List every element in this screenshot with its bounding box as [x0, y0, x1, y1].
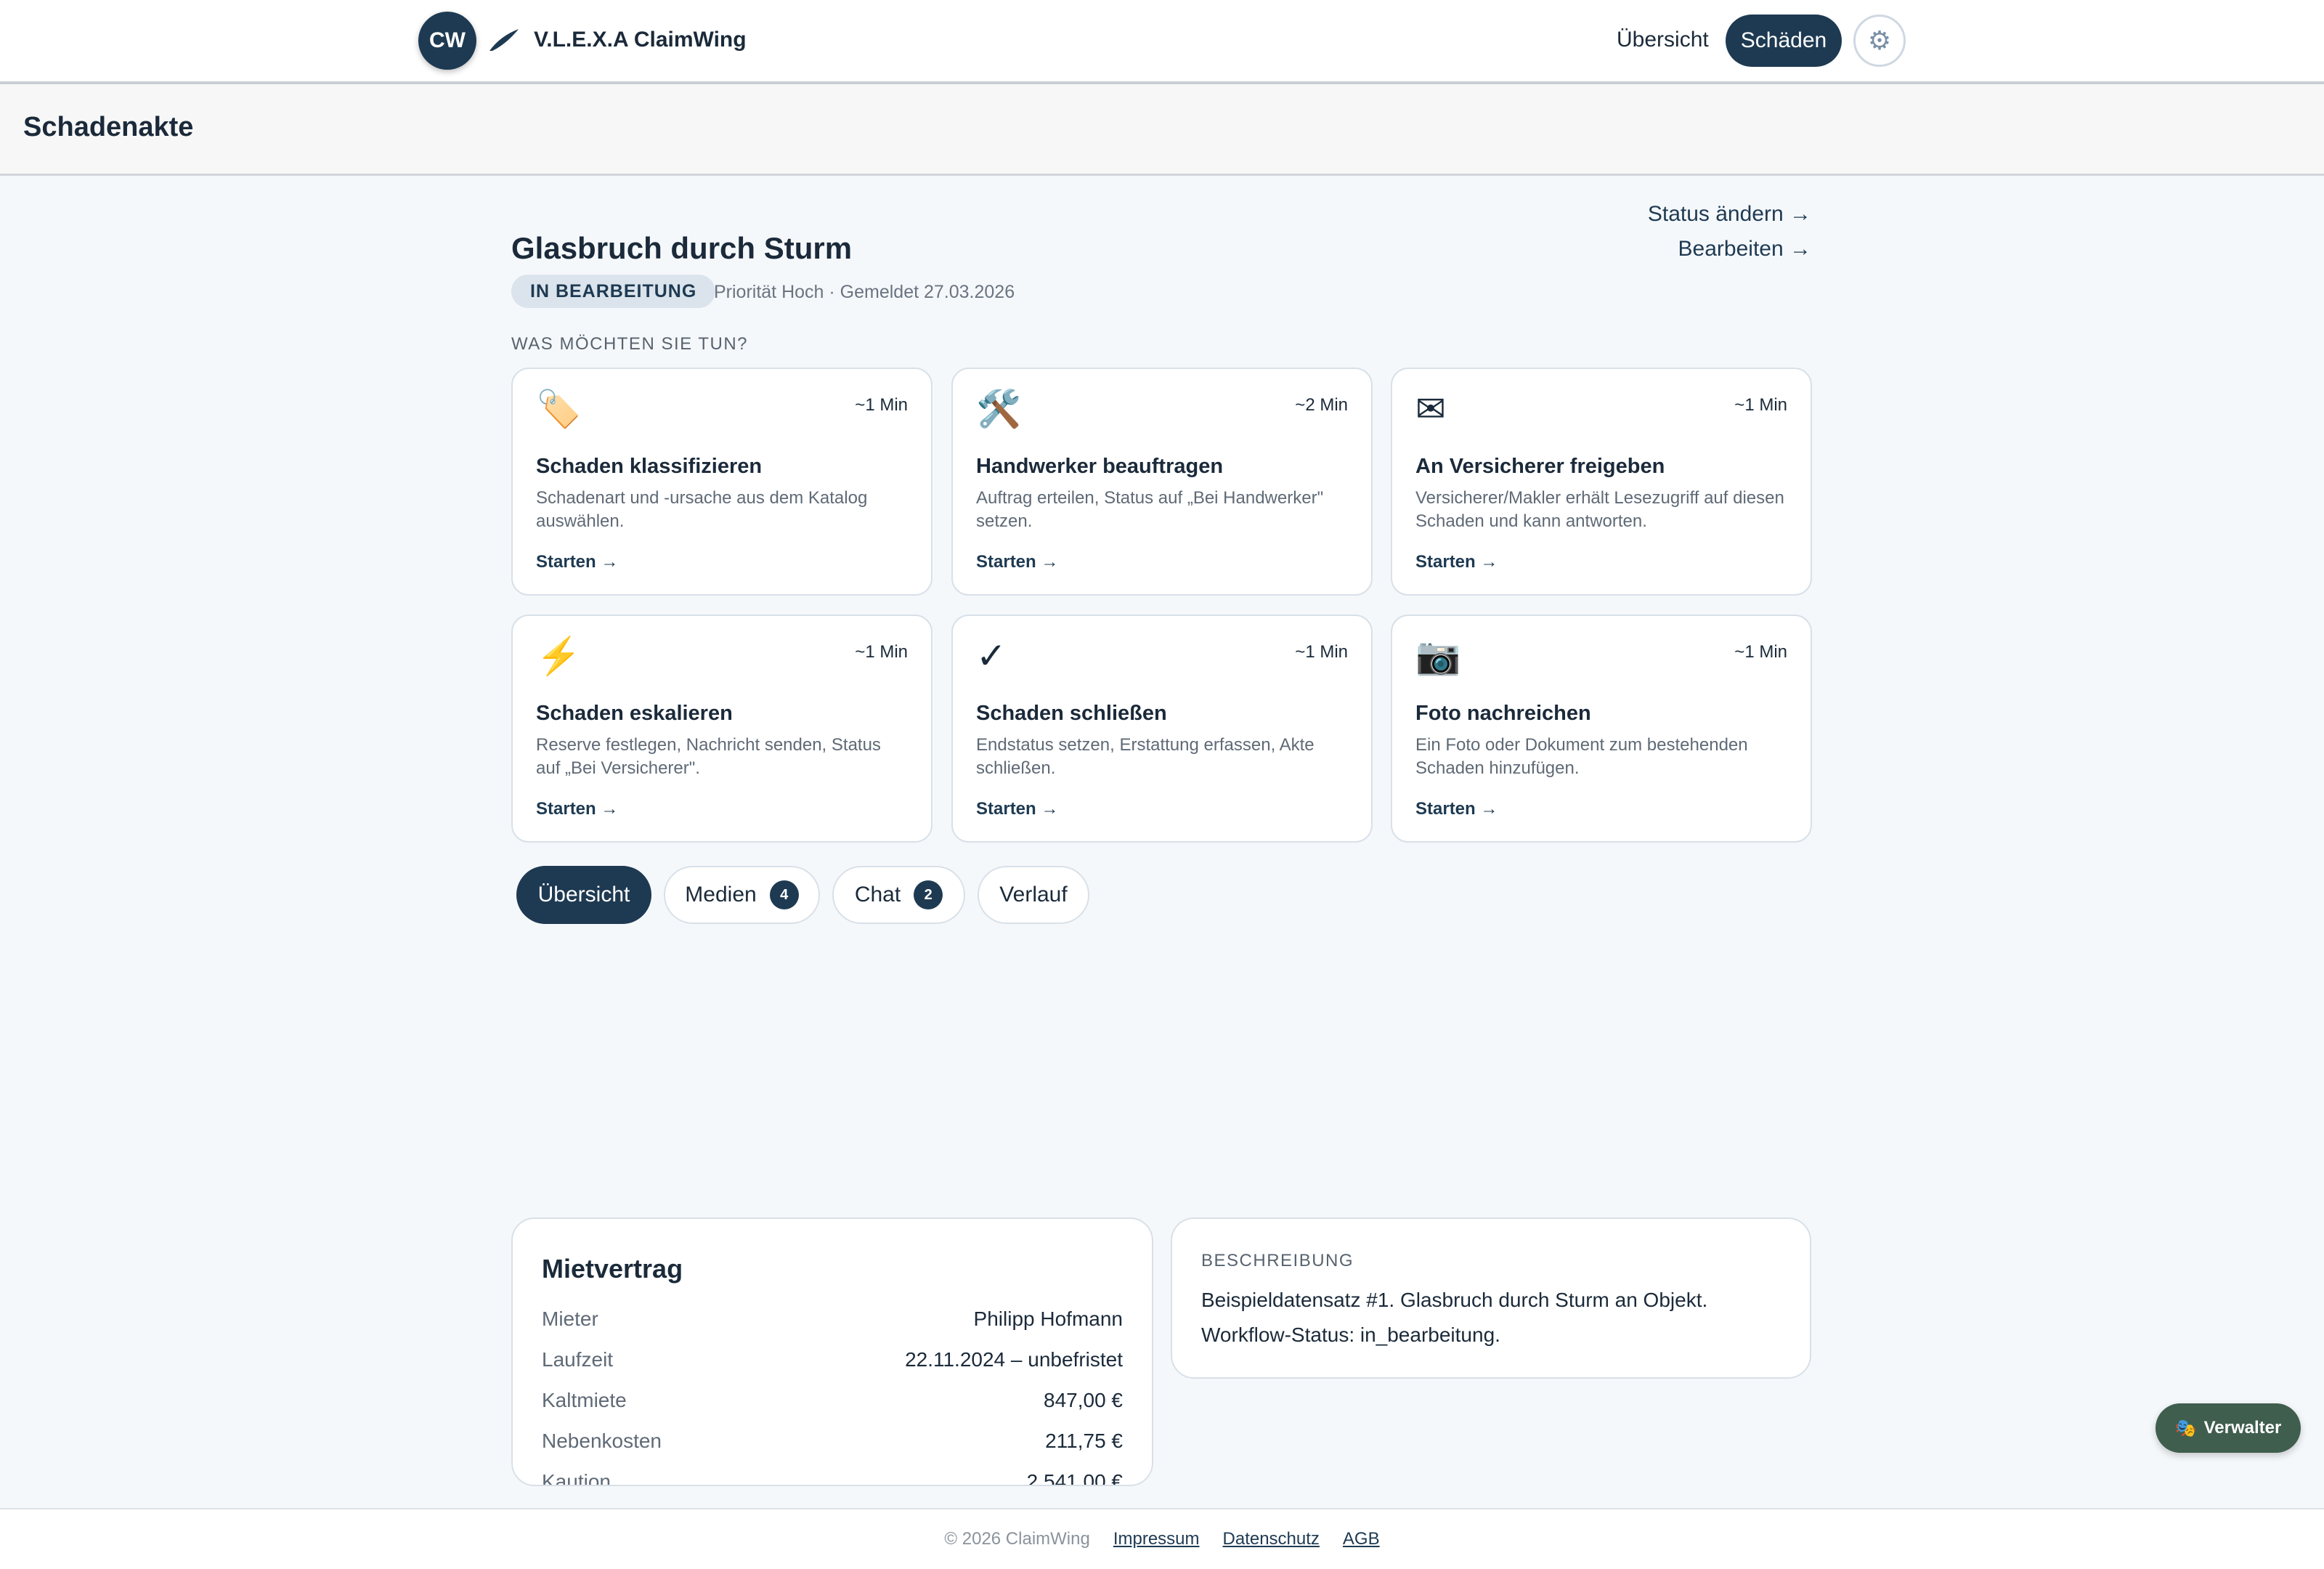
- envelope-icon: ✉: [1415, 389, 1446, 429]
- lease-value: 211,75 €: [1045, 1430, 1123, 1452]
- task-card-close[interactable]: ✓ ~1 Min Schaden schließen Endstatus set…: [951, 615, 1373, 843]
- top-navigation-bar: CW V.L.E.X.A ClaimWing Übersicht Schäden…: [0, 0, 2324, 84]
- tools-icon: 🛠️: [976, 389, 1022, 429]
- task-duration: ~1 Min: [1734, 395, 1787, 415]
- lease-value: 22.11.2024 – unbefristet: [905, 1348, 1123, 1371]
- nav-link-overview[interactable]: Übersicht: [1617, 28, 1709, 52]
- tab-history[interactable]: Verlauf: [978, 866, 1089, 924]
- task-description: Auftrag erteilen, Status auf „Bei Handwe…: [976, 488, 1324, 531]
- task-card-escalate[interactable]: ⚡ ~1 Min Schaden eskalieren Reserve fest…: [511, 615, 933, 843]
- camera-icon: 📷: [1415, 636, 1461, 676]
- page-title: Schadenakte: [23, 112, 194, 142]
- task-duration: ~1 Min: [855, 642, 908, 662]
- tab-label: Verlauf: [999, 883, 1068, 907]
- lease-row: Mieter Philipp Hofmann: [542, 1308, 1123, 1337]
- footer-link-terms[interactable]: AGB: [1343, 1529, 1380, 1549]
- task-description: Versicherer/Makler erhält Lesezugriff au…: [1415, 488, 1784, 531]
- task-duration: ~1 Min: [1734, 642, 1787, 662]
- tab-chat[interactable]: Chat 2: [832, 866, 965, 924]
- description-panel: BESCHREIBUNG Beispieldatensatz #1. Glasb…: [1171, 1217, 1811, 1379]
- lease-row: Laufzeit 22.11.2024 – unbefristet: [542, 1348, 1123, 1377]
- task-title: Schaden klassifizieren: [536, 455, 763, 478]
- task-duration: ~1 Min: [855, 395, 908, 415]
- lease-value: 2.541,00 €: [1026, 1470, 1123, 1486]
- task-start-link[interactable]: Starten →: [536, 799, 618, 819]
- task-title: Handwerker beauftragen: [976, 455, 1224, 478]
- lease-key: Nebenkosten: [542, 1430, 662, 1452]
- brand-name[interactable]: V.L.E.X.A ClaimWing: [534, 28, 747, 52]
- task-card-craftsman[interactable]: 🛠️ ~2 Min Handwerker beauftragen Auftrag…: [951, 368, 1373, 596]
- task-card-classify[interactable]: 🏷️ ~1 Min Schaden klassifizieren Schaden…: [511, 368, 933, 596]
- task-description: Ein Foto oder Dokument zum bestehenden S…: [1415, 735, 1748, 778]
- task-duration: ~1 Min: [1295, 642, 1348, 662]
- footer: © 2026 ClaimWing Impressum Datenschutz A…: [0, 1508, 2324, 1569]
- tab-label: Übersicht: [537, 883, 630, 907]
- checkmark-icon: ✓: [976, 636, 1007, 676]
- tasks-section-label: WAS MÖCHTEN SIE TUN?: [511, 334, 749, 354]
- tab-overview[interactable]: Übersicht: [516, 866, 651, 924]
- task-card-insurer[interactable]: ✉ ~1 Min An Versicherer freigeben Versic…: [1391, 368, 1812, 596]
- claim-title: Glasbruch durch Sturm: [511, 231, 853, 265]
- description-text: Beispieldatensatz #1. Glasbruch durch St…: [1201, 1289, 1708, 1346]
- lease-key: Laufzeit: [542, 1348, 614, 1371]
- tab-count-badge: 2: [914, 880, 943, 909]
- task-card-photo[interactable]: 📷 ~1 Min Foto nachreichen Ein Foto oder …: [1391, 615, 1812, 843]
- status-badge: IN BEARBEITUNG: [511, 275, 716, 308]
- task-start-link[interactable]: Starten →: [1415, 799, 1498, 819]
- logo-avatar[interactable]: CW: [418, 12, 476, 70]
- description-label: BESCHREIBUNG: [1201, 1251, 1354, 1270]
- lease-key: Mieter: [542, 1308, 598, 1330]
- task-start-link[interactable]: Starten →: [536, 552, 618, 572]
- lightning-icon: ⚡: [536, 636, 582, 676]
- lease-row: Nebenkosten 211,75 €: [542, 1430, 1123, 1459]
- lease-value: Philipp Hofmann: [973, 1308, 1123, 1330]
- lease-key: Kaution: [542, 1470, 611, 1486]
- task-start-link[interactable]: Starten →: [976, 799, 1058, 819]
- lease-key: Kaltmiete: [542, 1389, 627, 1411]
- settings-button[interactable]: ⚙: [1853, 15, 1906, 67]
- task-start-link[interactable]: Starten →: [976, 552, 1058, 572]
- edit-link[interactable]: Bearbeiten →: [1678, 237, 1811, 262]
- role-switch-label: Verwalter: [2203, 1418, 2282, 1438]
- tab-media[interactable]: Medien 4: [664, 866, 820, 924]
- task-title: An Versicherer freigeben: [1415, 455, 1665, 478]
- lease-title: Mietvertrag: [542, 1254, 683, 1284]
- task-description: Schadenart und -ursache aus dem Katalog …: [536, 488, 868, 531]
- tab-label: Chat: [854, 883, 901, 907]
- task-title: Foto nachreichen: [1415, 702, 1591, 725]
- role-switch-button[interactable]: 🎭 Verwalter: [2156, 1403, 2301, 1453]
- footer-copyright: © 2026 ClaimWing: [944, 1529, 1090, 1549]
- page-title-bar: Schadenakte: [0, 84, 2324, 176]
- lease-row: Kaution 2.541,00 €: [542, 1470, 1123, 1486]
- gear-icon: ⚙: [1867, 25, 1892, 55]
- footer-link-privacy[interactable]: Datenschutz: [1223, 1529, 1320, 1549]
- tag-icon: 🏷️: [536, 389, 582, 429]
- tab-label: Medien: [685, 883, 757, 907]
- task-title: Schaden eskalieren: [536, 702, 733, 725]
- theater-masks-icon: 🎭: [2174, 1418, 2197, 1438]
- task-title: Schaden schließen: [976, 702, 1167, 725]
- wing-logo-icon: [489, 29, 519, 51]
- task-start-link[interactable]: Starten →: [1415, 552, 1498, 572]
- tab-count-badge: 4: [769, 880, 799, 909]
- lease-panel: Mietvertrag Mieter Philipp Hofmann Laufz…: [511, 1217, 1153, 1486]
- claim-meta: Priorität Hoch · Gemeldet 27.03.2026: [714, 282, 1015, 302]
- lease-row: Kaltmiete 847,00 €: [542, 1389, 1123, 1418]
- lease-value: 847,00 €: [1044, 1389, 1123, 1411]
- change-status-link[interactable]: Status ändern →: [1648, 202, 1811, 227]
- nav-link-claims[interactable]: Schäden: [1726, 15, 1842, 67]
- task-description: Reserve festlegen, Nachricht senden, Sta…: [536, 735, 881, 778]
- task-duration: ~2 Min: [1295, 395, 1348, 415]
- footer-link-imprint[interactable]: Impressum: [1113, 1529, 1200, 1549]
- task-description: Endstatus setzen, Erstattung erfassen, A…: [976, 735, 1315, 778]
